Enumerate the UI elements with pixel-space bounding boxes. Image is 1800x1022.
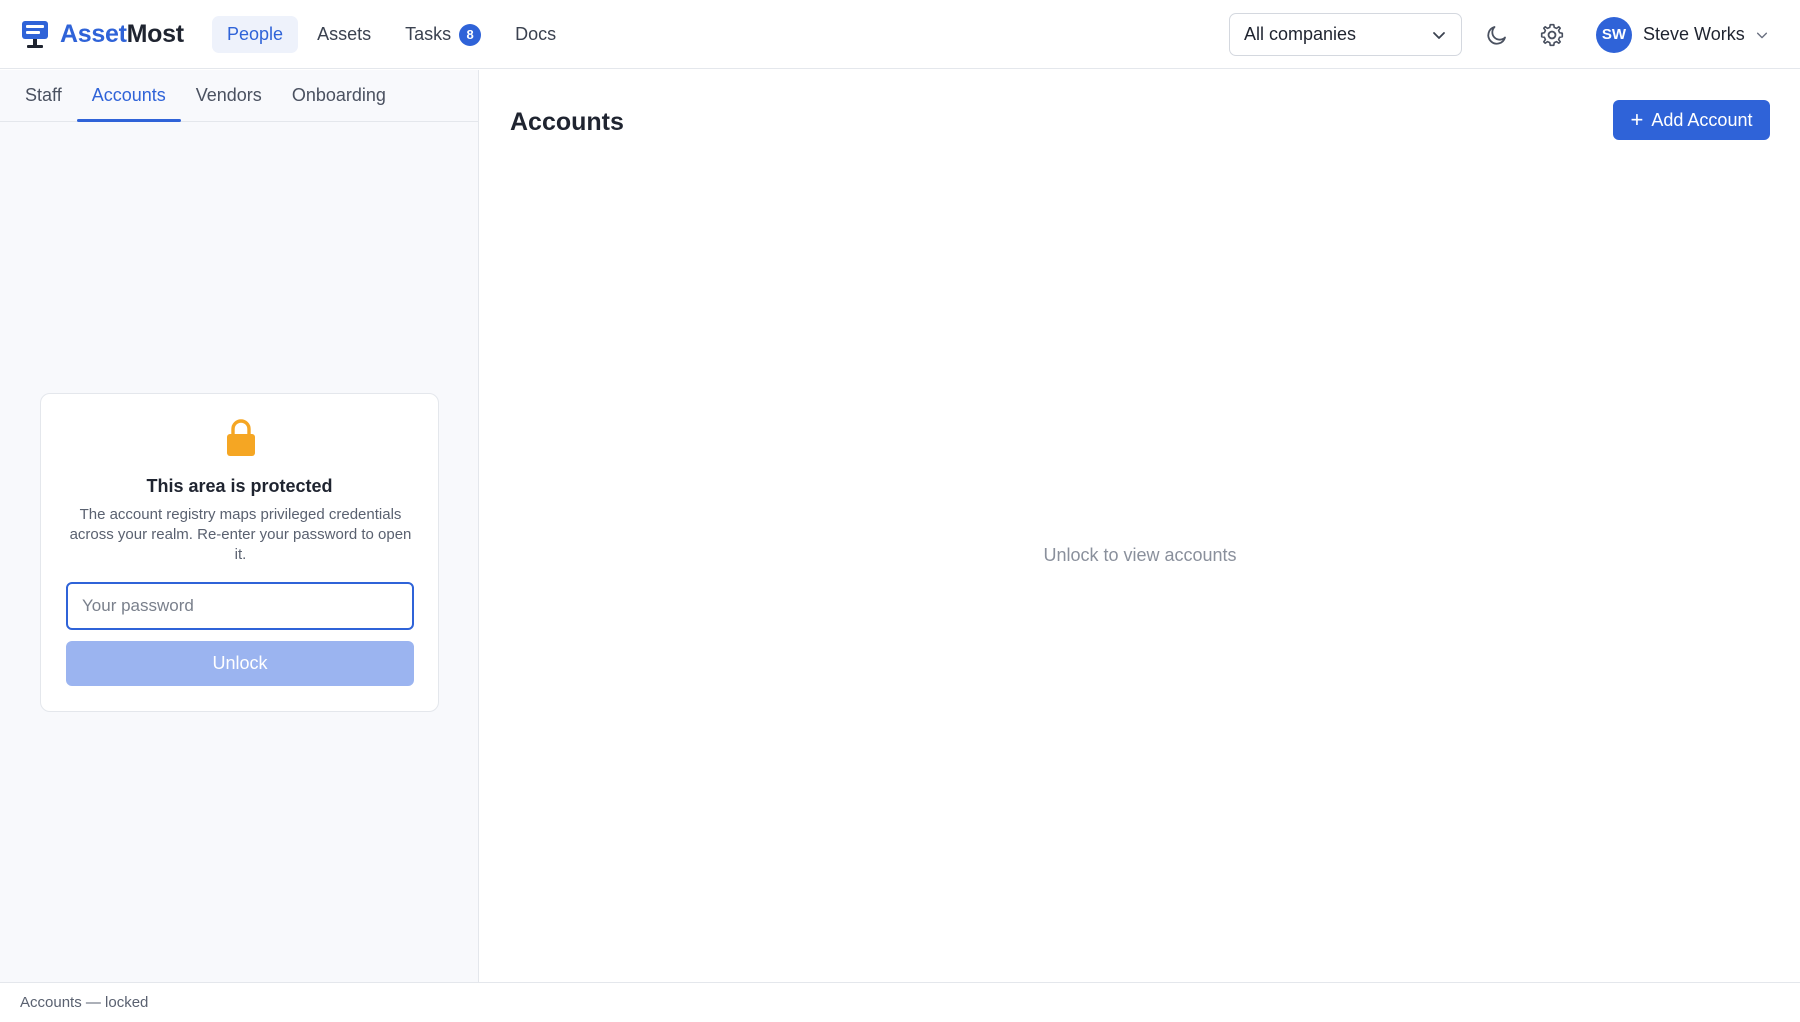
lock-description: The account registry maps privileged cre… [69, 506, 412, 563]
moon-icon [1487, 26, 1506, 45]
tasks-count-badge: 8 [459, 23, 482, 46]
monitor-logo-icon [22, 20, 48, 48]
top-bar: AssetMost People Assets Tasks 8 Docs All … [0, 0, 1800, 69]
app-logo[interactable]: AssetMost [22, 20, 184, 49]
tab-vendors[interactable]: Vendors [181, 70, 277, 121]
password-input[interactable] [66, 582, 414, 630]
protected-area-card: This area is protected The account regis… [40, 393, 439, 712]
tab-onboarding[interactable]: Onboarding [277, 70, 401, 121]
user-menu[interactable]: SW Steve Works [1596, 16, 1769, 53]
nav-item-docs[interactable]: Docs [500, 16, 571, 53]
status-bar: Accounts — locked [0, 982, 1800, 1022]
settings-button[interactable] [1537, 20, 1567, 50]
company-select-value: All companies [1244, 24, 1357, 44]
user-name: Steve Works [1643, 24, 1745, 44]
left-panel: Staff Accounts Vendors Onboarding This a… [0, 70, 479, 982]
main-nav: People Assets Tasks 8 Docs [212, 16, 575, 53]
nav-item-assets[interactable]: Assets [302, 16, 386, 53]
plus-icon: + [1630, 107, 1644, 132]
unlock-button[interactable]: Unlock [66, 641, 414, 686]
main-content: Accounts + Add Account Unlock to view ac… [480, 70, 1800, 982]
empty-state-text: Unlock to view accounts [1043, 545, 1237, 565]
avatar: SW [1596, 16, 1632, 53]
gear-icon [1540, 23, 1564, 47]
tab-accounts[interactable]: Accounts [76, 70, 181, 122]
nav-item-tasks[interactable]: Tasks 8 [390, 16, 496, 53]
company-select[interactable]: All companies [1229, 13, 1462, 56]
add-account-button[interactable]: + Add Account [1613, 100, 1770, 140]
theme-toggle-button[interactable] [1482, 20, 1512, 50]
app-name: AssetMost [60, 20, 184, 48]
tab-staff[interactable]: Staff [10, 70, 77, 121]
lock-icon [227, 419, 255, 456]
chevron-down-icon [1756, 32, 1767, 38]
nav-item-people[interactable]: People [212, 16, 299, 53]
lock-title: This area is protected [146, 476, 333, 496]
people-subtabs: Staff Accounts Vendors Onboarding [0, 70, 478, 122]
chevron-down-icon [1433, 32, 1445, 39]
status-text: Accounts — locked [20, 994, 149, 1011]
page-title: Accounts [510, 108, 624, 136]
